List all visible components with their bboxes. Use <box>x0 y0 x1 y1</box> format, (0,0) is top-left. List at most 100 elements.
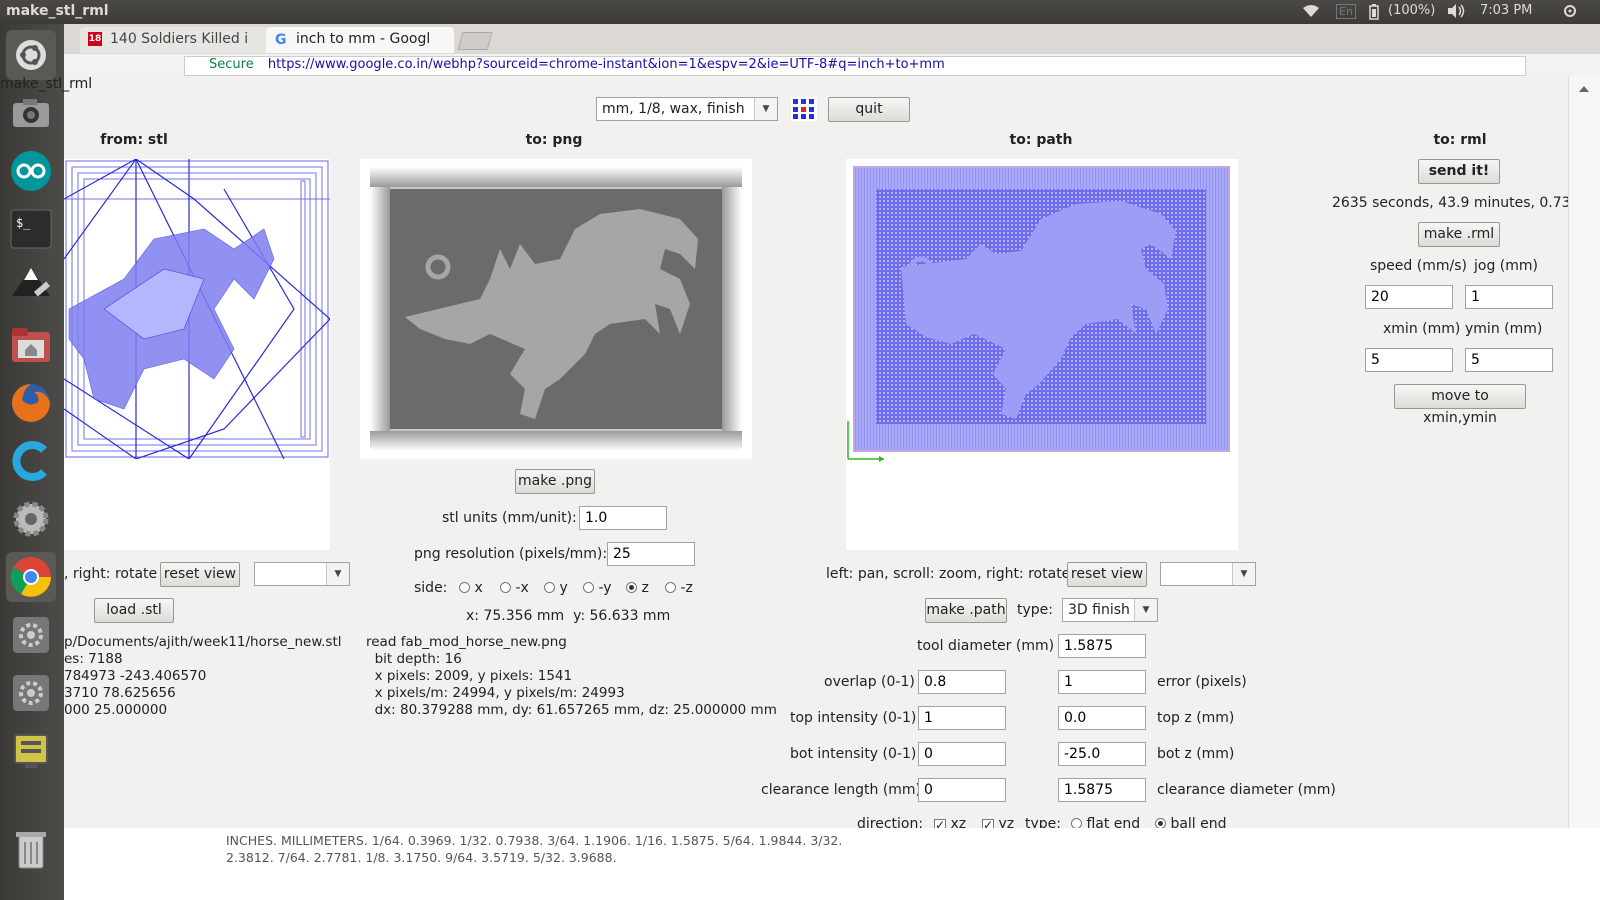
path-reset-view-button[interactable]: reset view <box>1067 562 1147 587</box>
path-header: to: path <box>1009 132 1073 148</box>
battery-percent: (100%) <box>1388 3 1436 18</box>
png-dimensions: x: 75.356 mm y: 56.633 mm <box>466 608 671 624</box>
window-title: make_stl_rml <box>0 76 93 92</box>
clearance-diameter-label: clearance diameter (mm) <box>1157 782 1336 798</box>
color-grid-icon[interactable] <box>791 97 817 121</box>
preset-select[interactable]: mm, 1/8, wax, finish ▼ <box>596 97 778 121</box>
keyboard-layout-indicator[interactable]: En <box>1336 4 1356 19</box>
png-info-line: bit depth: 16 <box>366 651 462 667</box>
camera-app-icon[interactable] <box>6 88 56 138</box>
png-info-line: x pixels: 2009, y pixels: 1541 <box>366 668 573 684</box>
tab-title: 140 Soldiers Killed i <box>110 31 249 47</box>
load-stl-button[interactable]: load .stl <box>94 598 174 623</box>
make-rml-button[interactable]: make .rml <box>1418 222 1500 247</box>
trash-icon[interactable] <box>6 824 56 874</box>
stl-view-select[interactable]: ▼ <box>254 562 350 586</box>
side-radio-minus-y[interactable]: -y <box>583 580 612 596</box>
tool-diameter-label: tool diameter (mm) <box>917 638 1055 654</box>
terminal-icon[interactable]: $_ <box>6 204 56 254</box>
top-intensity-label: top intensity (0-1) <box>790 710 917 726</box>
bot-intensity-input[interactable] <box>918 742 1006 766</box>
browser-page-content: INCHES. MILLIMETERS. 1/64. 0.3969. 1/32.… <box>64 828 1600 900</box>
jog-input[interactable] <box>1465 285 1553 309</box>
clock[interactable]: 7:03 PM <box>1480 3 1532 18</box>
firefox-icon[interactable] <box>6 378 56 428</box>
tool-diameter-input[interactable] <box>1058 634 1146 658</box>
url-text: https://www.google.co.in/webhp?sourceid=… <box>267 57 945 72</box>
chevron-down-icon: ▼ <box>1232 563 1255 585</box>
stl-units-input[interactable] <box>579 506 667 530</box>
stl-info-line: es: 7188 <box>64 651 123 667</box>
stl-viewer[interactable] <box>63 157 331 550</box>
side-radio-z[interactable]: z <box>626 580 649 596</box>
error-input[interactable] <box>1058 670 1146 694</box>
google-favicon-icon: G <box>275 32 287 48</box>
clearance-length-label: clearance length (mm) <box>761 782 922 798</box>
speed-input[interactable] <box>1365 285 1453 309</box>
error-label: error (pixels) <box>1157 674 1247 690</box>
ubuntu-dash-icon[interactable] <box>6 30 56 80</box>
path-type-select[interactable]: 3D finish ▼ <box>1062 598 1158 622</box>
url-bar[interactable]: Secure https://www.google.co.in/webhp?so… <box>184 56 1526 76</box>
browser-tab[interactable]: 18 140 Soldiers Killed i <box>80 27 268 53</box>
settings-gear-app-icon-2[interactable] <box>6 668 56 718</box>
quit-button[interactable]: quit <box>828 97 910 122</box>
xmin-label: xmin (mm) <box>1383 321 1461 337</box>
clearance-length-input[interactable] <box>918 778 1006 802</box>
top-intensity-input[interactable] <box>918 706 1006 730</box>
page-text-line: 2.3812. 7/64. 2.7781. 1/8. 3.1750. 9/64.… <box>226 850 617 865</box>
chrome-icon[interactable] <box>6 552 56 602</box>
wifi-icon[interactable] <box>1300 3 1322 23</box>
radio-icon <box>583 582 594 593</box>
system-settings-icon[interactable] <box>6 494 56 544</box>
time-estimate: 2635 seconds, 43.9 minutes, 0.73 hou <box>1332 195 1568 211</box>
chevron-down-icon: ▼ <box>326 563 349 585</box>
settings-gear-icon[interactable] <box>1562 2 1578 24</box>
send-it-button[interactable]: send it! <box>1418 159 1500 184</box>
side-radio-minus-x[interactable]: -x <box>500 580 529 596</box>
make-path-button[interactable]: make .path <box>925 598 1007 623</box>
stl-header: from: stl <box>100 132 168 148</box>
overlap-label: overlap (0-1) <box>824 674 915 690</box>
side-radio-x[interactable]: x <box>459 580 483 596</box>
path-view-select[interactable]: ▼ <box>1160 562 1256 586</box>
news-favicon-icon: 18 <box>88 32 102 46</box>
ymin-input[interactable] <box>1465 348 1553 372</box>
clearance-diameter-input[interactable] <box>1058 778 1146 802</box>
png-header: to: png <box>525 132 583 148</box>
chevron-down-icon: ▼ <box>754 98 777 120</box>
scrollbar[interactable] <box>1568 76 1600 856</box>
side-radio-y[interactable]: y <box>544 580 568 596</box>
xmin-input[interactable] <box>1365 348 1453 372</box>
move-to-xmin-ymin-button[interactable]: move to xmin,ymin <box>1394 384 1526 426</box>
png-resolution-input[interactable] <box>607 542 695 566</box>
browser-toolbar: Secure https://www.google.co.in/webhp?so… <box>64 54 1600 76</box>
jog-label: jog (mm) <box>1474 258 1538 274</box>
ymin-label: ymin (mm) <box>1465 321 1543 337</box>
radio-icon <box>500 582 511 593</box>
battery-icon[interactable] <box>1368 3 1380 25</box>
speed-label: speed (mm/s) <box>1370 258 1467 274</box>
make-png-button[interactable]: make .png <box>515 469 595 494</box>
volume-icon[interactable] <box>1446 3 1466 23</box>
stl-info-line: 000 25.000000 <box>64 702 168 718</box>
stl-reset-view-button[interactable]: reset view <box>160 562 240 587</box>
files-icon[interactable] <box>6 320 56 370</box>
path-type-label: type: <box>1017 602 1053 618</box>
settings-gear-app-icon[interactable] <box>6 610 56 660</box>
browser-tab-strip: 18 140 Soldiers Killed i G inch to mm - … <box>64 24 1600 54</box>
new-tab-button[interactable] <box>457 32 493 50</box>
top-z-input[interactable] <box>1058 706 1146 730</box>
browser-tab-active[interactable]: G inch to mm - Googl <box>266 27 454 53</box>
radio-icon <box>544 582 555 593</box>
side-label: side: <box>414 580 448 596</box>
radio-icon <box>665 582 676 593</box>
chromium-c-icon[interactable] <box>6 436 56 486</box>
side-radio-minus-z[interactable]: -z <box>665 580 693 596</box>
bot-z-input[interactable] <box>1058 742 1146 766</box>
arduino-icon[interactable] <box>6 146 56 196</box>
monitor-app-icon[interactable] <box>6 726 56 776</box>
inkscape-icon[interactable] <box>6 262 56 312</box>
overlap-input[interactable] <box>918 670 1006 694</box>
path-viewer[interactable] <box>846 159 1238 550</box>
